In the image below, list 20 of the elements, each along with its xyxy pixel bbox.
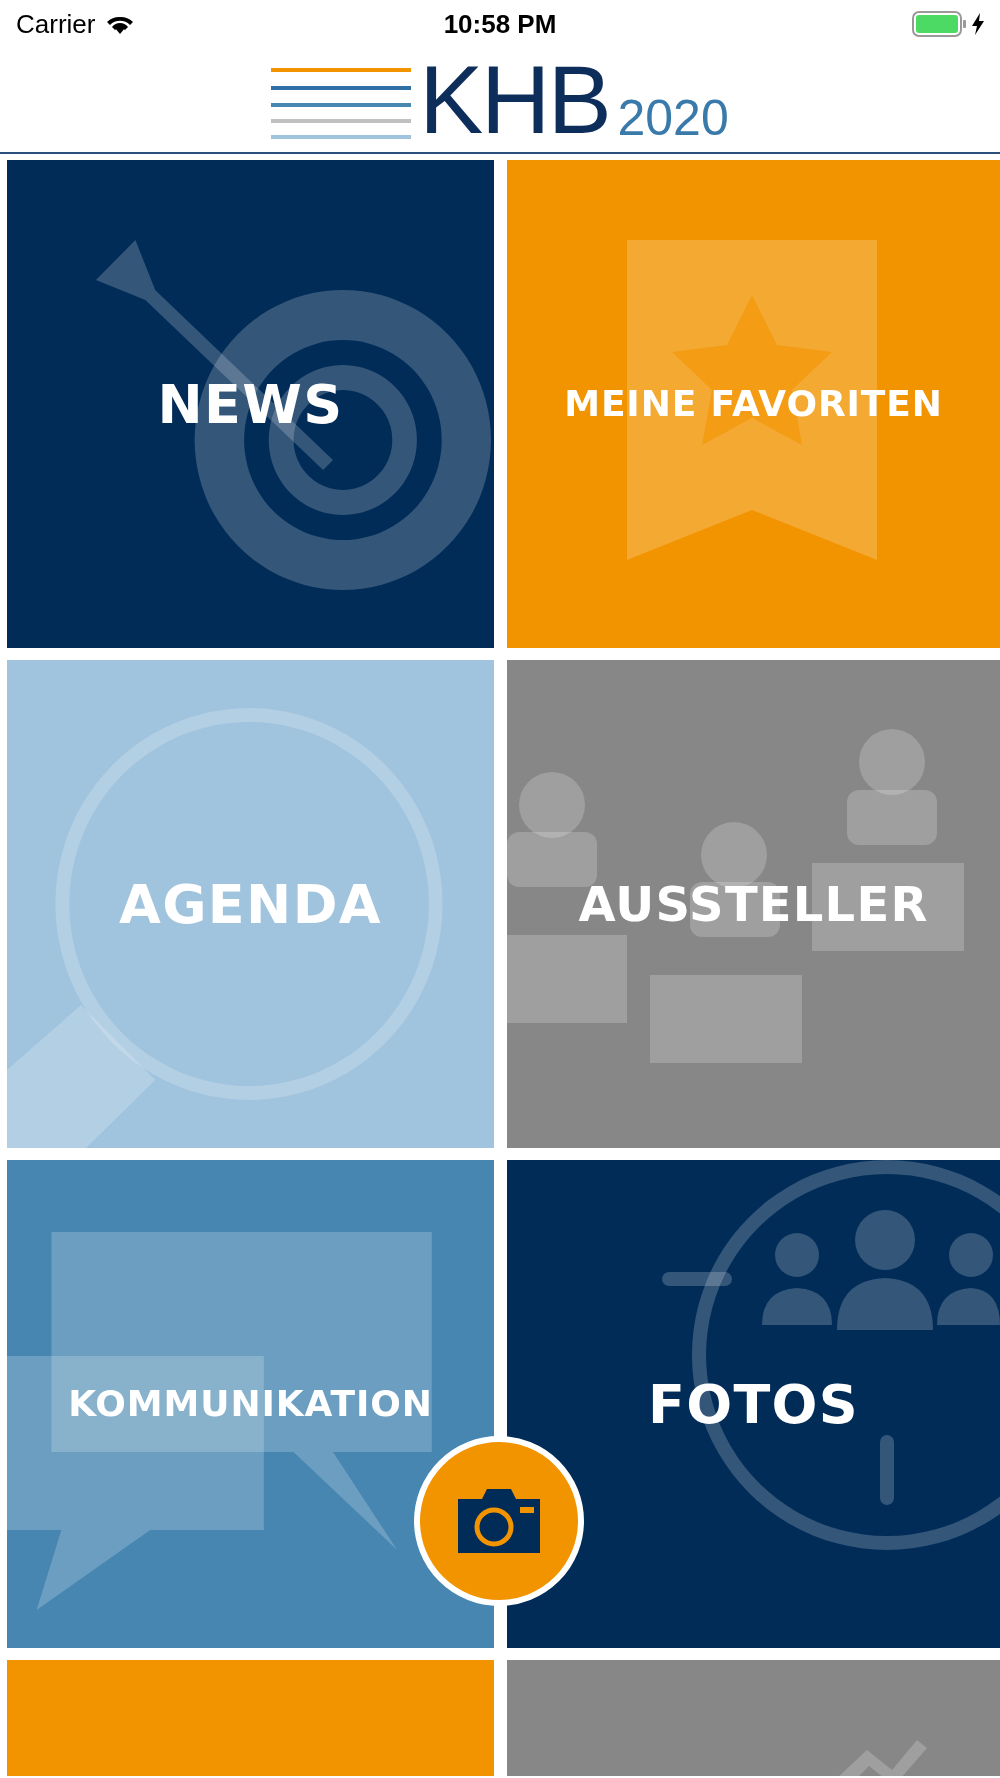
- logo-stripes-icon: [271, 66, 412, 140]
- tile-label: KOMMUNIKATION: [68, 1382, 433, 1426]
- logo-text: KHB: [419, 60, 610, 140]
- clock-text: 10:58 PM: [443, 7, 557, 41]
- tile-label: MEINE FAVORITEN: [564, 382, 943, 426]
- menu-tile[interactable]: AGENDA: [7, 660, 494, 1148]
- menu-tile[interactable]: MEINE FAVORITEN: [507, 160, 1000, 648]
- tile-label: AUSSTELLER: [578, 875, 929, 934]
- menu-tile[interactable]: NEWS: [7, 160, 494, 648]
- menu-tile[interactable]: FOTOS: [507, 1160, 1000, 1648]
- charging-icon: [972, 13, 984, 35]
- menu-tile[interactable]: AUSSTELLER: [507, 660, 1000, 1148]
- zigzag-line-icon: [837, 1740, 927, 1776]
- menu-tile[interactable]: KOMMUNIKATION: [7, 1160, 494, 1648]
- tile-label: FOTOS: [647, 1371, 860, 1438]
- battery-icon: [912, 11, 968, 37]
- tile-label: NEWS: [157, 371, 344, 438]
- tile-label: AGENDA: [119, 871, 382, 938]
- logo-year: 2020: [617, 96, 729, 140]
- carrier-text: Carrier: [16, 7, 96, 41]
